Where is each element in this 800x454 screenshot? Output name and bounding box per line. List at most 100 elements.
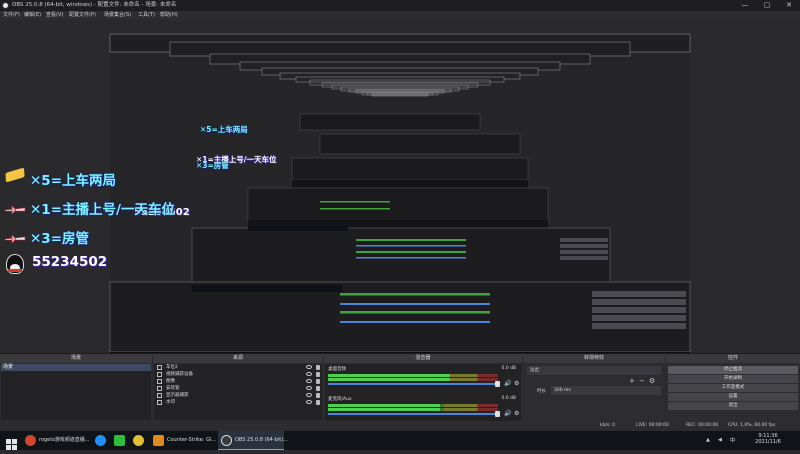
overlay-nested-line3: ✕3=房管	[196, 161, 229, 170]
source-type-icon	[157, 386, 162, 391]
taskbar-clock[interactable]: 9:11:36 2021/11/6	[748, 433, 788, 445]
preview-canvas[interactable]: ✕5=上车两局 ✕1=主播上号/一天车位 ✕3=房管 55234502 ✕5=上…	[0, 20, 800, 353]
source-type-icon	[157, 393, 162, 398]
start-recording-button[interactable]: 开始录制	[668, 375, 798, 383]
gear-icon[interactable]: ⚙	[514, 380, 519, 387]
volume-meter	[328, 374, 498, 377]
taskbar-app-obs[interactable]: OBS 25.0.8 (64-bit)...	[218, 431, 288, 450]
game-icon	[133, 435, 144, 446]
volume-fader-handle[interactable]	[495, 381, 500, 387]
source-label: 水印	[166, 400, 175, 405]
stop-streaming-button[interactable]: 停止推流	[668, 366, 798, 374]
mixer-channel-mic: 麦克风/Aux 0.0 dB 🔊 ⚙	[328, 396, 519, 424]
taskbar-app-browser[interactable]: rogelo游戏频道直播...	[22, 431, 90, 450]
visibility-eye-icon[interactable]	[306, 372, 312, 376]
source-type-icon	[157, 400, 162, 405]
channel-name: 麦克风/Aux	[328, 397, 352, 402]
windows-start-icon[interactable]	[6, 435, 17, 450]
settings-button[interactable]: 设置	[668, 393, 798, 401]
source-item[interactable]: 车位2	[154, 364, 322, 371]
lock-icon[interactable]	[316, 372, 320, 377]
obs-icon	[221, 435, 232, 446]
source-item[interactable]: 安装管	[154, 385, 322, 392]
channel-db: 0.0 dB	[501, 366, 516, 371]
volume-meter	[328, 378, 498, 381]
source-item[interactable]: 水印	[154, 399, 322, 406]
source-type-icon	[157, 365, 162, 370]
minimize-button[interactable]: —	[734, 0, 756, 11]
duration-input[interactable]: 300 ms	[551, 386, 661, 395]
obs-logo-icon	[2, 2, 9, 9]
sources-list: 车位2 视频捕获设备 图像 安装管 显示器捕获 水印	[154, 364, 322, 420]
taskbar: rogelo游戏频道直播... Counter-Strike: Gl... OB…	[0, 431, 800, 450]
transitions-dock: 转场特效 淡出 + − ⚙ 时长 300 ms	[523, 353, 665, 431]
studio-mode-button[interactable]: 工作室模式	[668, 384, 798, 392]
visibility-eye-icon[interactable]	[306, 386, 312, 390]
source-label: 视频捕获设备	[166, 372, 193, 377]
speaker-icon[interactable]: 🔊	[504, 380, 511, 387]
tray-network-icon[interactable]: ▲	[706, 437, 710, 443]
controls-dock-title: 控件	[666, 354, 800, 363]
close-button[interactable]: ✕	[778, 0, 800, 11]
source-item[interactable]: 图像	[154, 378, 322, 385]
volume-fader[interactable]	[328, 413, 498, 415]
maximize-button[interactable]: ▢	[756, 0, 778, 11]
channel-db: 0.0 dB	[501, 396, 516, 401]
gear-icon[interactable]: ⚙	[514, 410, 519, 417]
menu-file[interactable]: 文件(F)	[3, 11, 20, 20]
volume-fader[interactable]	[328, 383, 498, 385]
input-language[interactable]: 中	[730, 436, 736, 444]
menu-scene-collection[interactable]: 场景集合(S)	[104, 11, 131, 20]
menu-edit[interactable]: 编辑(E)	[24, 11, 41, 20]
transition-gear-icon[interactable]: ⚙	[649, 377, 655, 385]
volume-meter	[328, 408, 498, 411]
lock-icon[interactable]	[316, 379, 320, 384]
taskbar-app-wechat[interactable]	[111, 431, 129, 450]
lock-icon[interactable]	[316, 400, 320, 405]
cpu-fps: CPU: 1.0%, 60.00 fps	[728, 423, 776, 428]
add-transition-button[interactable]: +	[629, 377, 635, 385]
source-item[interactable]: 视频捕获设备	[154, 371, 322, 378]
exit-button[interactable]: 退出	[668, 402, 798, 410]
menu-profile[interactable]: 配置文件(P)	[69, 11, 96, 20]
taskbar-app-csgo[interactable]: Counter-Strike: Gl...	[150, 431, 216, 450]
menu-help[interactable]: 帮助(H)	[160, 11, 178, 20]
visibility-eye-icon[interactable]	[306, 400, 312, 404]
taskbar-app-qq[interactable]	[92, 431, 110, 450]
rec-time: REC: 00:00:00	[686, 423, 719, 428]
visibility-eye-icon[interactable]	[306, 393, 312, 397]
menu-view[interactable]: 查看(V)	[46, 11, 63, 20]
plane-icon-small	[4, 229, 26, 244]
duration-label: 时长	[537, 389, 546, 394]
plane-icon	[4, 200, 26, 215]
lock-icon[interactable]	[316, 393, 320, 398]
visibility-eye-icon[interactable]	[306, 379, 312, 383]
tray-volume-icon[interactable]: ◀	[718, 437, 722, 443]
taskbar-app-label: OBS 25.0.8 (64-bit)...	[235, 437, 288, 443]
scene-item[interactable]: 场景	[1, 364, 151, 371]
overlay-line1: ✕5=上车两局	[30, 173, 117, 189]
scenes-dock-title: 场景	[0, 354, 152, 363]
remove-transition-button[interactable]: −	[639, 377, 645, 385]
scenes-dock: 场景 场景 + − ⋀ ⋁	[0, 353, 152, 431]
window-title: OBS 25.0.8 (64-bit, windows) - 配置文件: 未命名…	[12, 2, 177, 8]
transition-select[interactable]: 淡出	[527, 366, 661, 375]
taskbar-app-label: rogelo游戏频道直播...	[39, 437, 90, 443]
qq-icon	[95, 435, 106, 446]
volume-fader-handle[interactable]	[495, 411, 500, 417]
source-item[interactable]: 显示器捕获	[154, 392, 322, 399]
taskbar-app-game[interactable]	[130, 431, 148, 450]
sources-dock: 来源 车位2 视频捕获设备 图像 安装管 显示器捕获 水印 + − ⚙ ⋀ ⋁	[153, 353, 323, 431]
chrome-icon	[25, 435, 36, 446]
menu-tools[interactable]: 工具(T)	[138, 11, 155, 20]
speaker-icon[interactable]: 🔊	[504, 410, 511, 417]
qq-penguin-icon	[6, 254, 24, 274]
taskbar-app-label: Counter-Strike: Gl...	[167, 437, 217, 443]
source-label: 安装管	[166, 386, 180, 391]
lock-icon[interactable]	[316, 386, 320, 391]
source-label: 车位2	[166, 365, 178, 370]
title-bar: OBS 25.0.8 (64-bit, windows) - 配置文件: 未命名…	[0, 0, 800, 11]
lock-icon[interactable]	[316, 365, 320, 370]
clock-date: 2021/11/6	[755, 439, 781, 445]
visibility-eye-icon[interactable]	[306, 365, 312, 369]
